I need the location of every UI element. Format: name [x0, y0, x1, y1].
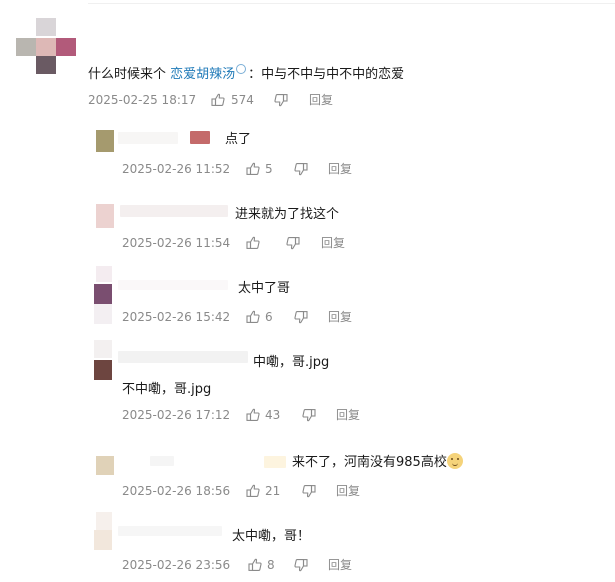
- reply-button[interactable]: 回复: [328, 309, 352, 325]
- reply-meta: 2025-02-26 15:42 6 回复: [122, 309, 362, 325]
- reply-text: 太中了哥: [238, 281, 291, 296]
- reply-button[interactable]: 回复: [328, 161, 352, 177]
- reply-button[interactable]: 回复: [321, 235, 345, 251]
- thumbs-up-icon[interactable]: [246, 408, 260, 422]
- username-blur: [118, 132, 178, 144]
- avatar[interactable]: [16, 18, 78, 74]
- topic-link[interactable]: 恋爱胡辣汤: [170, 67, 235, 82]
- reply-meta: 2025-02-26 23:56 8 回复: [122, 557, 372, 573]
- thumbs-up-icon[interactable]: [246, 310, 260, 324]
- thumbs-down-icon[interactable]: [302, 408, 316, 422]
- timestamp: 2025-02-26 23:56: [122, 558, 231, 572]
- reply-text: 来不了，河南没有985高校: [292, 451, 463, 470]
- reply-button[interactable]: 回复: [336, 407, 360, 423]
- thumbs-down-icon[interactable]: [294, 310, 308, 324]
- like-count: 6: [265, 310, 273, 324]
- like-count: 43: [265, 408, 281, 422]
- like-count: 574: [231, 93, 254, 107]
- timestamp: 2025-02-26 11:54: [122, 236, 231, 250]
- avatar[interactable]: [96, 130, 114, 152]
- timestamp: 2025-02-26 15:42: [122, 310, 231, 324]
- username-blur: [118, 351, 248, 363]
- search-icon: [236, 64, 247, 74]
- timestamp: 2025-02-25 18:17: [88, 93, 197, 107]
- thumbs-down-icon[interactable]: [302, 484, 316, 498]
- reply-text: 中嘞，哥.jpg: [253, 355, 330, 370]
- thumbs-down-icon[interactable]: [286, 236, 300, 250]
- thumbs-up-icon[interactable]: [246, 484, 260, 498]
- username-blur: [118, 280, 228, 290]
- username-blur: [118, 526, 222, 536]
- comment-text: 什么时候来个 恋爱胡辣汤 ：中与不中与中不中的恋爱: [88, 63, 404, 82]
- username-blur: [190, 131, 210, 144]
- reply-text: 太中嘞，哥！: [232, 529, 311, 544]
- reply-meta: 2025-02-26 17:12 43 回复: [122, 407, 372, 423]
- thumbs-down-icon[interactable]: [294, 162, 308, 176]
- avatar[interactable]: [94, 266, 114, 324]
- reply-meta: 2025-02-26 11:54 回复: [122, 235, 362, 251]
- username-blur: [264, 456, 286, 468]
- timestamp: 2025-02-26 17:12: [122, 408, 231, 422]
- thumbs-down-icon[interactable]: [294, 558, 308, 572]
- doge-emoji-icon: [446, 453, 463, 469]
- avatar[interactable]: [94, 340, 114, 380]
- divider: [88, 3, 615, 4]
- avatar[interactable]: [96, 204, 114, 228]
- reply-meta: 2025-02-26 18:56 21 回复: [122, 483, 372, 499]
- thumbs-up-icon[interactable]: [248, 558, 262, 572]
- reply-button[interactable]: 回复: [328, 557, 352, 573]
- avatar[interactable]: [94, 512, 114, 550]
- thumbs-up-icon[interactable]: [246, 236, 260, 250]
- like-count: 5: [265, 162, 273, 176]
- thumbs-up-icon[interactable]: [211, 93, 225, 107]
- reply-text: 进来就为了找这个: [235, 207, 340, 222]
- username-blur: [150, 456, 174, 466]
- username-blur: [120, 205, 228, 217]
- reply-button[interactable]: 回复: [336, 483, 360, 499]
- thumbs-down-icon[interactable]: [274, 93, 288, 107]
- avatar[interactable]: [96, 456, 114, 475]
- reply-meta: 2025-02-26 11:52 5 回复: [122, 161, 362, 177]
- reply-text: 不中嘞，哥.jpg: [122, 382, 212, 397]
- reply-text: 点了: [225, 132, 252, 147]
- timestamp: 2025-02-26 18:56: [122, 484, 231, 498]
- like-count: 8: [267, 558, 275, 572]
- reply-button[interactable]: 回复: [309, 92, 333, 108]
- comment-meta: 2025-02-25 18:17 574 回复: [88, 92, 348, 108]
- timestamp: 2025-02-26 11:52: [122, 162, 231, 176]
- thumbs-up-icon[interactable]: [246, 162, 260, 176]
- like-count: 21: [265, 484, 281, 498]
